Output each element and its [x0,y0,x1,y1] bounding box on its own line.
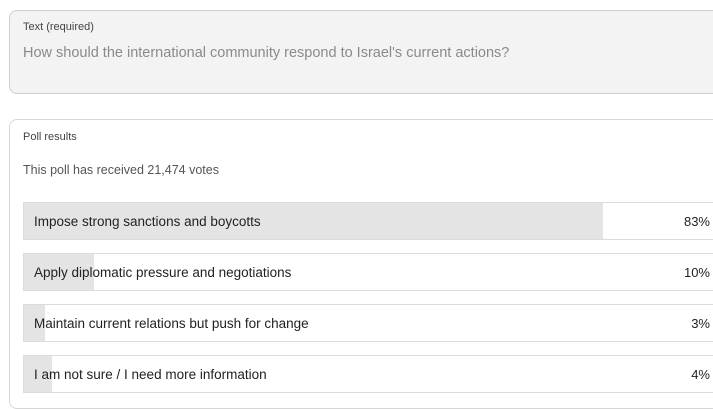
vote-count-text: This poll has received 21,474 votes [23,163,219,177]
poll-results-card: Poll results This poll has received 21,4… [9,119,713,409]
question-text-field[interactable]: Text (required) How should the internati… [9,10,713,94]
poll-option-label: Impose strong sanctions and boycotts [34,214,261,229]
question-text[interactable]: How should the international community r… [23,45,509,61]
poll-option-percent: 3% [691,316,710,331]
text-field-label: Text (required) [23,21,94,33]
poll-option-not-sure: I am not sure / I need more information … [23,355,713,393]
poll-option-sanctions: Impose strong sanctions and boycotts 83% [23,202,713,240]
poll-option-label: Apply diplomatic pressure and negotiatio… [34,265,292,280]
poll-option-diplomatic: Apply diplomatic pressure and negotiatio… [23,253,713,291]
poll-option-maintain: Maintain current relations but push for … [23,304,713,342]
poll-option-percent: 10% [683,265,710,280]
poll-option-label: I am not sure / I need more information [34,367,267,382]
poll-option-percent: 4% [691,367,710,382]
poll-results-title: Poll results [23,131,77,143]
poll-option-label: Maintain current relations but push for … [34,316,309,331]
poll-option-percent: 83% [683,214,710,229]
